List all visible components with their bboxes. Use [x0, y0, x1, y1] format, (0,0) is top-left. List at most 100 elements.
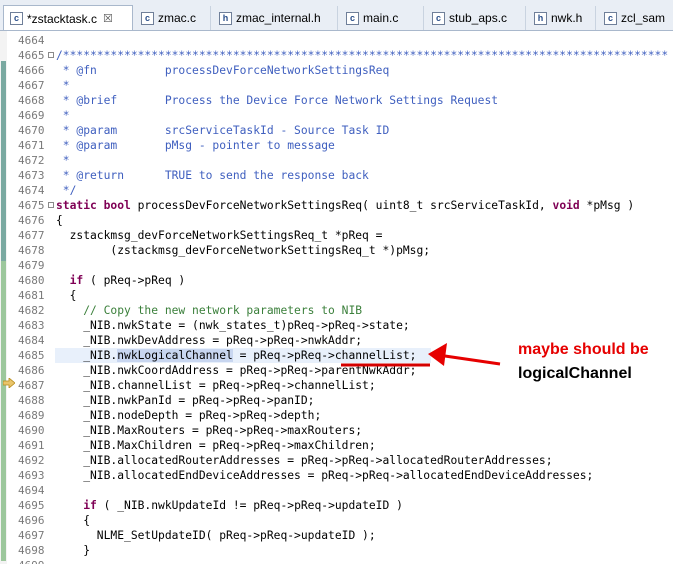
code-token: if: [69, 274, 84, 287]
tab-label: *zstacktask.c: [27, 11, 98, 26]
line-number: 4673: [18, 169, 45, 182]
tab-zcl-sam[interactable]: c zcl_sam: [598, 6, 673, 30]
code-text: (zstackmsg_devForceNetworkSettingsReq_t …: [56, 243, 430, 258]
line-number: 4664: [18, 34, 45, 47]
code-line[interactable]: 4665 /***********************************…: [0, 48, 673, 63]
tab-stub-aps-c[interactable]: c stub_aps.c: [426, 6, 526, 30]
code-token: _NIB.nodeDepth = pReq->pReq->depth;: [56, 409, 322, 422]
tab-zmac-c[interactable]: c zmac.c: [135, 6, 211, 30]
c-file-icon: c: [10, 12, 23, 25]
line-number: 4690: [18, 424, 45, 437]
code-line[interactable]: 4689 _NIB.nodeDepth = pReq->pReq->depth;: [0, 408, 673, 423]
code-line[interactable]: 4673 * @return TRUE to send the response…: [0, 168, 673, 183]
line-number: 4686: [18, 364, 45, 377]
line-number: 4692: [18, 454, 45, 467]
code-text: * @param srcServiceTaskId - Source Task …: [56, 123, 389, 138]
tab-nwk-h[interactable]: h nwk.h: [528, 6, 596, 30]
highlighted-token: nwkLogicalChannel: [117, 349, 233, 362]
line-number: 4675: [18, 199, 45, 212]
code-token: NLME_SetUpdateID( pReq->pReq->updateID )…: [56, 529, 376, 542]
code-token: * @return TRUE to send the response back: [56, 169, 369, 182]
code-line[interactable]: 4666 * @fn processDevForceNetworkSetting…: [0, 63, 673, 78]
line-number: 4671: [18, 139, 45, 152]
code-line[interactable]: 4695 if ( _NIB.nwkUpdateId != pReq->pReq…: [0, 498, 673, 513]
code-text: _NIB.nwkDevAddress = pReq->pReq->nwkAddr…: [56, 333, 362, 348]
code-line[interactable]: 4682 // Copy the new network parameters …: [0, 303, 673, 318]
code-line[interactable]: 4681 {: [0, 288, 673, 303]
code-line[interactable]: 4676 {: [0, 213, 673, 228]
code-text: * @brief Process the Device Force Networ…: [56, 93, 498, 108]
code-text: if ( pReq->pReq ): [56, 273, 186, 288]
c-file-icon: c: [604, 11, 617, 25]
code-text: _NIB.allocatedRouterAddresses = pReq->pR…: [56, 453, 552, 468]
code-token: _NIB.MaxChildren = pReq->pReq->maxChildr…: [56, 439, 376, 452]
line-number: 4698: [18, 544, 45, 557]
code-line[interactable]: 4679: [0, 258, 673, 273]
code-line[interactable]: 4667 *: [0, 78, 673, 93]
code-token: _NIB.MaxRouters = pReq->pReq->maxRouters…: [56, 424, 363, 437]
code-token: {: [56, 289, 77, 302]
fold-toggle-icon[interactable]: [48, 52, 54, 58]
code-line[interactable]: 4678 (zstackmsg_devForceNetworkSettingsR…: [0, 243, 673, 258]
code-line[interactable]: 4696 {: [0, 513, 673, 528]
code-text: */: [56, 183, 77, 198]
code-text: _NIB.nwkPanId = pReq->pReq->panID;: [56, 393, 314, 408]
code-line[interactable]: 4668 * @brief Process the Device Force N…: [0, 93, 673, 108]
tab-zstacktask-c[interactable]: c *zstacktask.c ☒: [3, 5, 133, 30]
h-file-icon: h: [534, 11, 547, 25]
code-line[interactable]: 4671 * @param pMsg - pointer to message: [0, 138, 673, 153]
line-number: 4683: [18, 319, 45, 332]
code-line[interactable]: 4680 if ( pReq->pReq ): [0, 273, 673, 288]
code-line[interactable]: 4675 static bool processDevForceNetworkSe…: [0, 198, 673, 213]
code-line[interactable]: 4691 _NIB.MaxChildren = pReq->pReq->maxC…: [0, 438, 673, 453]
code-token: = pReq->pReq->channelList;: [232, 349, 417, 362]
code-line[interactable]: 4669 *: [0, 108, 673, 123]
code-text: _NIB.channelList = pReq->pReq->channelLi…: [56, 378, 375, 393]
tab-label: nwk.h: [551, 11, 583, 25]
code-line[interactable]: 4692 _NIB.allocatedRouterAddresses = pRe…: [0, 453, 673, 468]
code-line[interactable]: 4677 zstackmsg_devForceNetworkSettingsRe…: [0, 228, 673, 243]
tab-main-c[interactable]: c main.c: [340, 6, 424, 30]
line-number: 4694: [18, 484, 45, 497]
line-number: 4689: [18, 409, 45, 422]
code-editor[interactable]: 4664 4665 /*******************************…: [0, 31, 673, 564]
code-token: _NIB.allocatedEndDeviceAddresses = pReq-…: [56, 469, 594, 482]
code-token: }: [56, 544, 91, 557]
current-instruction-arrow-icon: [3, 378, 15, 388]
line-number: 4674: [18, 184, 45, 197]
code-line[interactable]: 4683 _NIB.nwkState = (nwk_states_t)pReq-…: [0, 318, 673, 333]
code-text: *: [56, 153, 70, 168]
code-line[interactable]: 4690 _NIB.MaxRouters = pReq->pReq->maxRo…: [0, 423, 673, 438]
line-number: 4677: [18, 229, 45, 242]
code-token: zstackmsg_devForceNetworkSettingsReq_t *…: [56, 229, 383, 242]
code-token: * @param srcServiceTaskId - Source Task …: [56, 124, 390, 137]
code-line[interactable]: 4674 */: [0, 183, 673, 198]
tab-zmac-internal-h[interactable]: h zmac_internal.h: [213, 6, 338, 30]
fold-toggle-icon[interactable]: [48, 202, 54, 208]
code-line[interactable]: 4672 *: [0, 153, 673, 168]
code-token: /***************************************…: [56, 49, 669, 62]
code-text: {: [56, 513, 90, 528]
line-number: 4679: [18, 259, 45, 272]
code-token: _NIB.nwkPanId = pReq->pReq->panID;: [56, 394, 315, 407]
code-token: */: [56, 184, 77, 197]
line-number: 4688: [18, 394, 45, 407]
code-line[interactable]: 4698 }: [0, 543, 673, 558]
code-line[interactable]: 4688 _NIB.nwkPanId = pReq->pReq->panID;: [0, 393, 673, 408]
code-line[interactable]: 4699: [0, 558, 673, 564]
code-token: *: [56, 109, 70, 122]
code-text: *: [56, 78, 70, 93]
code-line[interactable]: 4670 * @param srcServiceTaskId - Source …: [0, 123, 673, 138]
code-token: _NIB.nwkCoordAddress = pReq->pReq->paren…: [56, 364, 417, 377]
line-number: 4672: [18, 154, 45, 167]
code-line[interactable]: 4697 NLME_SetUpdateID( pReq->pReq->updat…: [0, 528, 673, 543]
line-number: 4666: [18, 64, 45, 77]
close-tab-icon[interactable]: ☒: [103, 12, 113, 25]
code-line[interactable]: 4693 _NIB.allocatedEndDeviceAddresses = …: [0, 468, 673, 483]
code-line[interactable]: 4694: [0, 483, 673, 498]
c-file-icon: c: [432, 11, 445, 25]
code-token: (zstackmsg_devForceNetworkSettingsReq_t …: [56, 244, 431, 257]
code-text: * @return TRUE to send the response back: [56, 168, 369, 183]
code-line[interactable]: 4664: [0, 33, 673, 48]
